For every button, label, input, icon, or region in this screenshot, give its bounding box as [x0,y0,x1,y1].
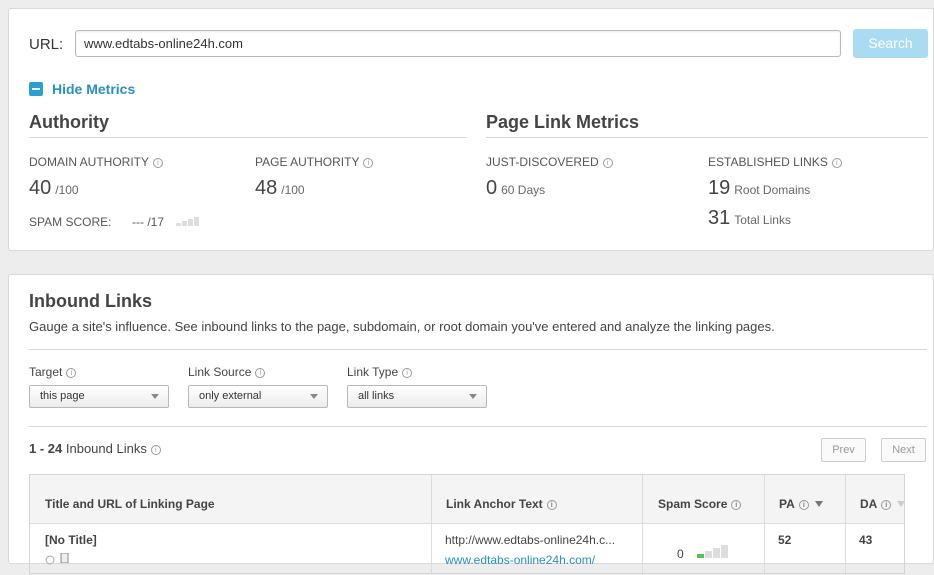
spam-score-value: --- /17 [132,215,165,229]
header-da[interactable]: DA i [845,475,906,523]
page-icon [60,553,69,563]
table-header: Title and URL of Linking Page Link Ancho… [30,475,906,524]
row-anchor-url[interactable]: www.edtabs-online24h.com/ [445,553,595,567]
page-link-metrics-title: Page Link Metrics [486,112,640,132]
info-icon[interactable]: i [153,158,164,168]
info-icon[interactable]: i [363,158,374,168]
page-authority-label: PAGE AUTHORITY i [255,155,374,169]
inbound-links-panel: Inbound Links Gauge a site's influence. … [8,274,934,575]
spam-score-bars-icon [697,545,728,558]
target-label: Target i [29,365,77,379]
header-pa[interactable]: PA i [764,475,823,523]
metrics-panel: URL: Search Hide Metrics Authority DOMAI… [8,8,934,251]
inbound-links-table: Title and URL of Linking Page Link Ancho… [29,474,906,575]
page-authority-value: 48/100 [255,177,305,199]
column-divider [642,475,643,575]
chevron-down-icon [469,394,477,399]
column-divider [431,475,432,575]
authority-divider [29,137,467,138]
inbound-links-title: Inbound Links [29,291,152,311]
row-anchor-text: http://www.edtabs-online24h.c... [445,533,616,547]
url-input[interactable] [75,30,841,57]
link-type-select[interactable]: all links [347,385,487,408]
header-spam-score[interactable]: Spam Score i [643,475,742,523]
sort-desc-icon [814,501,823,507]
root-domains-value: 19 Root Domains [708,177,811,199]
target-select[interactable]: this page [29,385,169,408]
inbound-divider [29,349,927,350]
link-type-label: Link Type i [347,365,413,379]
next-button[interactable]: Next [881,438,926,462]
info-icon[interactable]: i [402,368,413,378]
chevron-down-icon [310,394,318,399]
search-button[interactable]: Search [853,29,928,58]
column-divider [845,475,846,575]
row-title[interactable]: [No Title] [45,533,97,547]
hide-metrics-toggle[interactable]: Hide Metrics [29,81,135,97]
established-links-label: ESTABLISHED LINKS i [708,155,842,169]
inbound-count: 1 - 24 Inbound Links i [29,441,161,456]
info-icon[interactable]: i [731,500,742,510]
collapse-icon [29,82,43,96]
domain-authority-label: DOMAIN AUTHORITY i [29,155,164,169]
spam-score-bars-icon [176,217,199,226]
chevron-down-icon [151,394,159,399]
row-pa: 52 [778,533,792,547]
prev-button[interactable]: Prev [821,438,866,462]
info-icon[interactable]: i [66,368,77,378]
just-discovered-label: JUST-DISCOVERED i [486,155,613,169]
info-icon[interactable]: i [150,445,161,455]
total-links-value: 31 Total Links [708,207,791,229]
info-icon[interactable]: i [798,500,809,510]
info-icon[interactable]: i [546,500,557,510]
header-title-url[interactable]: Title and URL of Linking Page [30,475,215,523]
info-icon[interactable]: i [881,500,892,510]
hide-metrics-label: Hide Metrics [52,81,136,97]
page-link-metrics-divider [486,137,928,138]
authority-title: Authority [29,112,109,132]
just-discovered-value: 0 60 Days [486,177,546,199]
url-label: URL: [29,36,64,53]
column-divider [764,475,765,575]
info-icon[interactable]: i [831,158,842,168]
link-source-select[interactable]: only external [188,385,328,408]
sort-icon [897,501,906,507]
header-anchor-text[interactable]: Link Anchor Text i [431,475,557,523]
info-icon[interactable]: i [255,368,266,378]
inbound-links-description: Gauge a site's influence. See inbound li… [29,319,775,334]
spam-score-label: SPAM SCORE: [29,215,112,229]
row-da: 43 [859,533,873,547]
domain-authority-value: 40/100 [29,177,79,199]
filters-divider [29,426,927,427]
expand-circle-icon[interactable] [45,555,55,565]
link-source-label: Link Source i [188,365,266,379]
info-icon[interactable]: i [602,158,613,168]
